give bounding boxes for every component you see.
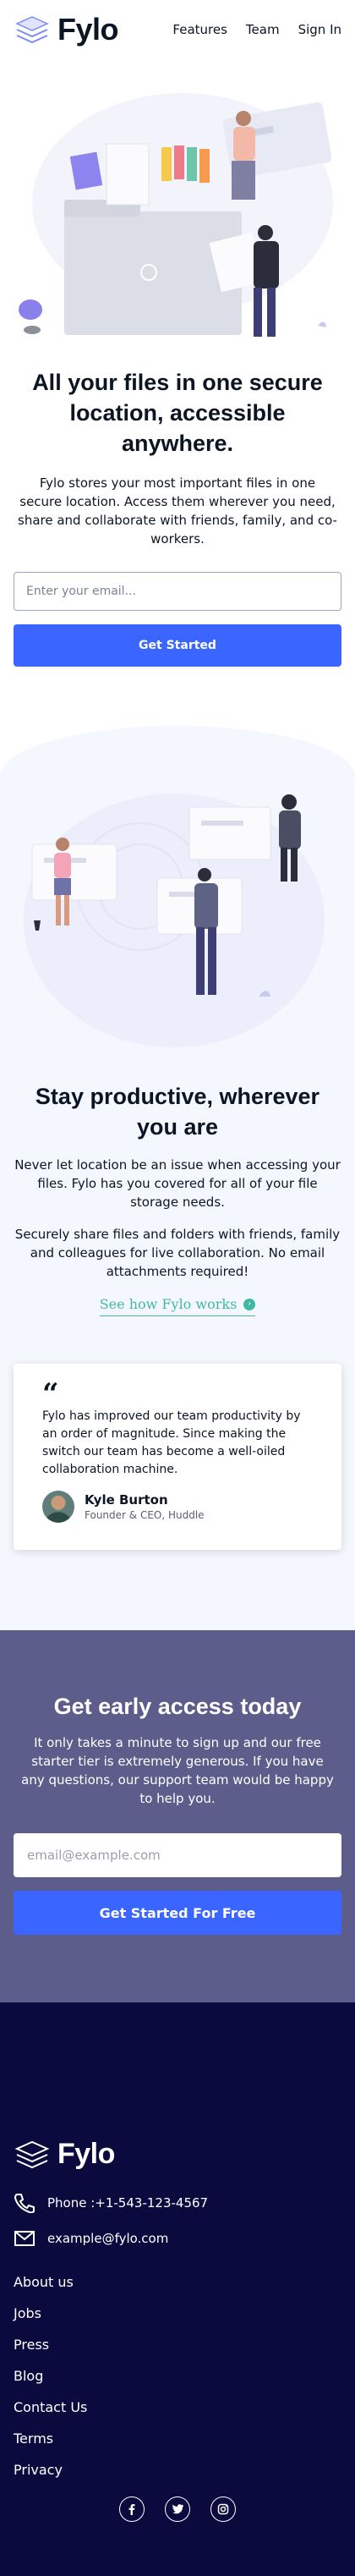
hero-section: All your files in one secure location, a… (0, 59, 355, 726)
footer-phone: Phone :+1-543-123-4567 (14, 2193, 341, 2213)
footer-logo-text: Fylo (57, 2138, 115, 2170)
nav-team[interactable]: Team (246, 22, 280, 37)
nav-features[interactable]: Features (172, 22, 227, 37)
email-icon (14, 2231, 35, 2246)
email-address: example@fylo.com (47, 2231, 169, 2246)
early-access-section: Get early access today It only takes a m… (0, 1630, 355, 2002)
footer-link-contact[interactable]: Contact Us (14, 2399, 341, 2415)
productive-section: Stay productive, wherever you are Never … (0, 726, 355, 1630)
productive-paragraph-1: Never let location be an issue when acce… (14, 1157, 341, 1210)
author-name: Kyle Burton (85, 1492, 168, 1508)
author-role: Founder & CEO, Huddle (85, 1509, 205, 1521)
testimonial-card: “ Fylo has improved our team productivit… (14, 1364, 341, 1550)
phone-icon (14, 2194, 35, 2213)
footer-link-about[interactable]: About us (14, 2274, 341, 2290)
footer-link-privacy[interactable]: Privacy (14, 2462, 341, 2478)
get-started-button[interactable]: Get Started (14, 624, 341, 667)
phone-number: Phone :+1-543-123-4567 (47, 2195, 209, 2211)
cta-title: Get early access today (53, 1694, 302, 1719)
testimonial-author: Kyle Burton Founder & CEO, Huddle (42, 1491, 313, 1523)
instagram-icon[interactable] (210, 2496, 236, 2522)
cta-body: It only takes a minute to sign up and ou… (21, 1735, 334, 1806)
hero-illustration (14, 59, 341, 364)
logo[interactable]: Fylo (14, 12, 119, 47)
productive-paragraph-2: Securely share files and folders with fr… (14, 1227, 341, 1279)
footer-link-blog[interactable]: Blog (14, 2368, 341, 2384)
hero-title: All your files in one secure location, a… (32, 370, 323, 456)
footer-email: example@fylo.com (14, 2230, 341, 2247)
hero-body: Fylo stores your most important files in… (18, 475, 337, 547)
twitter-icon[interactable] (165, 2496, 190, 2522)
logo-text: Fylo (57, 12, 119, 47)
footer-links: About us Jobs Press Blog Contact Us Term… (14, 2274, 341, 2478)
arrow-right-icon: › (243, 1298, 256, 1310)
see-how-fylo-works-link[interactable]: See how Fylo works › (99, 1296, 256, 1316)
quote-icon: “ (42, 1377, 59, 1411)
main-nav: Features Team Sign In (172, 22, 341, 37)
logo-icon (14, 2140, 50, 2168)
get-started-free-button[interactable]: Get Started For Free (14, 1891, 341, 1935)
site-footer: Fylo Phone :+1-543-123-4567 example@fylo… (0, 2002, 355, 2576)
avatar (42, 1491, 74, 1523)
see-how-link-label: See how Fylo works (99, 1296, 238, 1312)
footer-link-terms[interactable]: Terms (14, 2430, 341, 2447)
footer-link-jobs[interactable]: Jobs (14, 2305, 341, 2321)
testimonial-quote: Fylo has improved our team productivity … (42, 1409, 301, 1476)
nav-signin[interactable]: Sign In (298, 22, 341, 37)
site-header: Fylo Features Team Sign In (0, 0, 355, 59)
productive-title: Stay productive, wherever you are (35, 1084, 320, 1140)
facebook-icon[interactable] (119, 2496, 145, 2522)
productive-illustration (14, 768, 341, 1056)
logo-icon (15, 16, 49, 44)
social-links (14, 2496, 341, 2522)
footer-link-press[interactable]: Press (14, 2337, 341, 2353)
hero-email-input[interactable] (14, 572, 341, 611)
footer-logo[interactable]: Fylo (14, 2138, 341, 2171)
cta-email-input[interactable] (14, 1833, 341, 1877)
